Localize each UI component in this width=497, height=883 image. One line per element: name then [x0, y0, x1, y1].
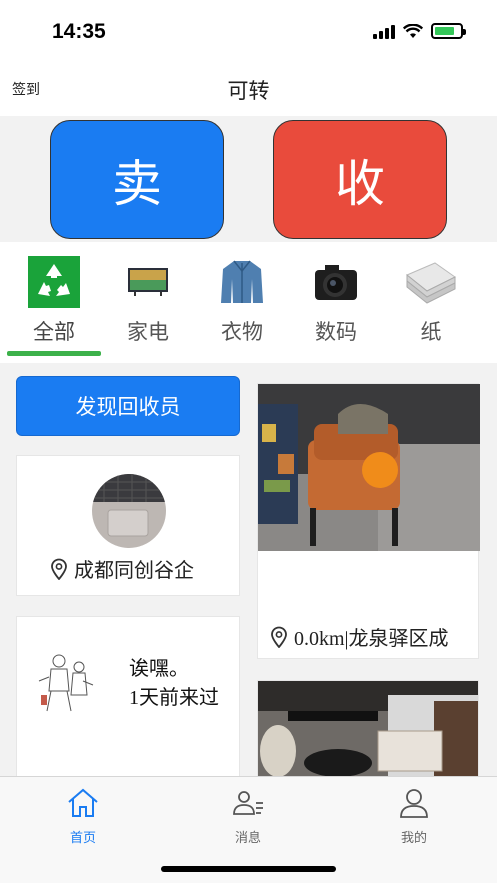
category-appliances[interactable]: 家电: [101, 252, 195, 346]
camera-icon: [310, 256, 362, 308]
collector-card[interactable]: 成都同创谷企: [16, 455, 240, 596]
greeting-text: 诶嘿。 1天前来过: [129, 653, 219, 713]
sell-button[interactable]: 卖: [50, 120, 224, 239]
discover-collector-button[interactable]: 发现回收员: [16, 376, 240, 436]
tab-label: 首页: [69, 831, 96, 846]
location-pin-icon: [51, 558, 67, 580]
wifi-icon: [403, 23, 423, 38]
paper-icon: [405, 256, 457, 308]
collect-button[interactable]: 收: [273, 120, 447, 239]
category-label: 纸: [420, 320, 442, 344]
tab-profile[interactable]: 我的: [374, 787, 454, 846]
tab-label: 消息: [234, 831, 261, 846]
category-label: 数码: [315, 320, 357, 344]
status-time: 14:35: [52, 20, 106, 43]
home-icon: [68, 788, 98, 817]
battery-icon: [431, 23, 466, 39]
collector-location: 成都同创谷企: [50, 554, 194, 583]
category-label: 全部: [33, 320, 75, 344]
greeting-line-1: 诶嘿。: [129, 656, 189, 680]
category-clothing[interactable]: 衣物: [195, 252, 289, 346]
greeting-line-2: 1天前来过: [129, 687, 219, 709]
greeting-card[interactable]: 诶嘿。 1天前来过: [16, 616, 240, 776]
jacket-icon: [216, 256, 268, 308]
tv-icon: [122, 256, 174, 308]
status-bar: 14:35: [0, 0, 497, 66]
page-title: 可转: [227, 79, 270, 103]
feed: 发现回收员 成都同创谷企 诶嘿。 1天前来过 0.0km|龙泉驿区成: [0, 363, 497, 776]
location-text: 0.0km|龙泉驿区成: [294, 628, 449, 650]
category-bar: 全部 家电 衣物 数码 纸: [0, 242, 497, 363]
action-area: 卖 收: [0, 116, 497, 242]
tab-messages[interactable]: 消息: [208, 787, 288, 846]
item-photo: [258, 681, 478, 776]
tab-home[interactable]: 首页: [43, 787, 123, 846]
category-digital[interactable]: 数码: [289, 252, 383, 346]
category-label: 家电: [127, 320, 169, 344]
category-label: 衣物: [221, 320, 263, 344]
home-indicator: [161, 866, 336, 872]
contacts-icon: [233, 791, 263, 815]
avatar: [92, 474, 166, 548]
tab-label: 我的: [400, 831, 427, 846]
recycle-icon: [28, 256, 80, 308]
status-icons: [373, 23, 466, 39]
item-location: 0.0km|龙泉驿区成: [270, 622, 449, 651]
active-category-indicator: [7, 351, 101, 356]
category-all[interactable]: 全部: [7, 252, 101, 346]
item-card[interactable]: [257, 680, 479, 776]
location-pin-icon: [271, 626, 287, 648]
cellular-signal-icon: [373, 24, 395, 39]
title-bar: 签到 可转: [0, 66, 497, 116]
sketch-illustration: [37, 651, 95, 713]
user-icon: [400, 789, 428, 818]
location-text: 成都同创谷企: [74, 558, 194, 582]
item-card[interactable]: 0.0km|龙泉驿区成: [257, 383, 480, 659]
category-paper[interactable]: 纸: [384, 252, 478, 346]
item-photo: [258, 384, 480, 551]
